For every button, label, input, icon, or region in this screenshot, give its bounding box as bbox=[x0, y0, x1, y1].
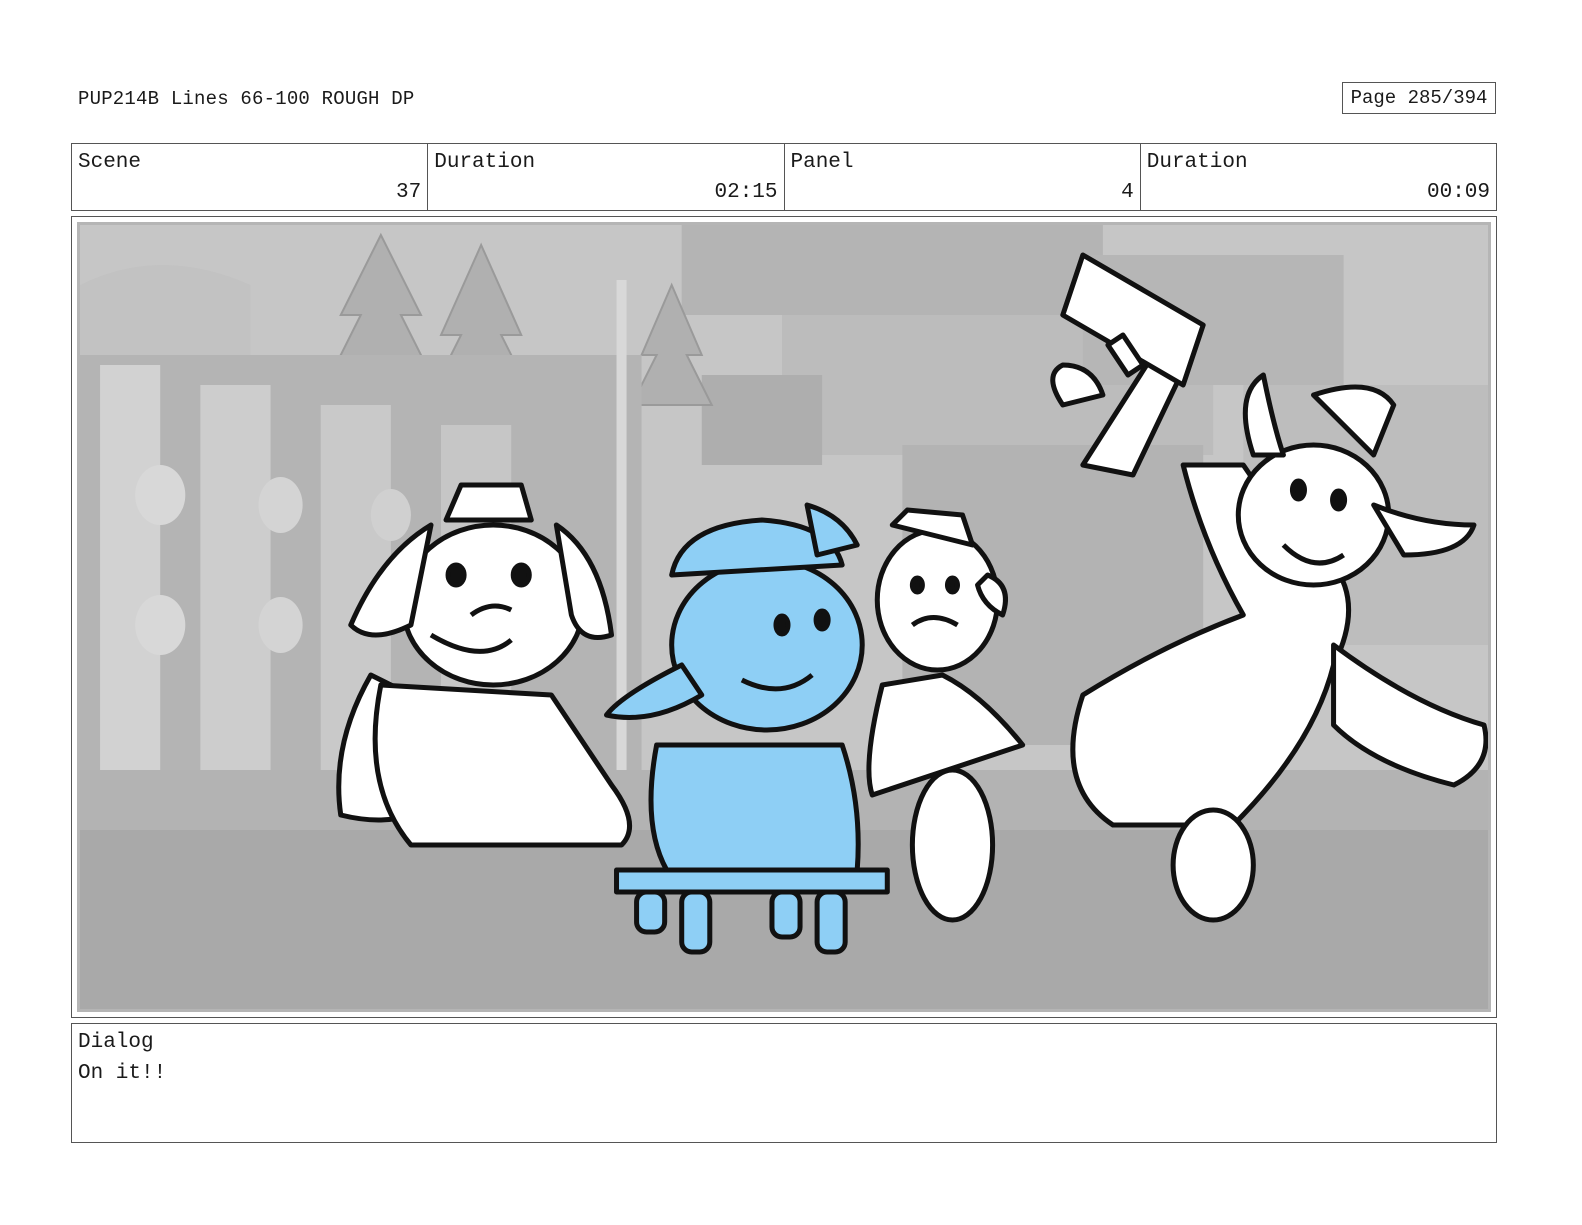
scene-info-table: Scene 37 Duration 02:15 Panel 4 Duration… bbox=[71, 143, 1497, 211]
dialog-text: On it!! bbox=[78, 1062, 167, 1085]
storyboard-frame bbox=[71, 216, 1497, 1018]
scene-duration-label: Duration bbox=[434, 151, 536, 174]
scene-value: 37 bbox=[396, 181, 422, 204]
document-title: PUP214B Lines 66-100 ROUGH DP bbox=[78, 88, 415, 110]
storyboard-image bbox=[77, 222, 1491, 1012]
panel-cell: Panel 4 bbox=[785, 144, 1141, 210]
panel-duration-label: Duration bbox=[1146, 151, 1248, 174]
dialog-label: Dialog bbox=[78, 1031, 154, 1054]
scene-cell: Scene 37 bbox=[72, 144, 429, 210]
scene-duration-cell: Duration 02:15 bbox=[428, 144, 785, 210]
dialog-box: Dialog On it!! bbox=[71, 1023, 1497, 1143]
panel-duration-cell: Duration 00:09 bbox=[1141, 144, 1496, 210]
page-number-badge: Page 285/394 bbox=[1342, 82, 1496, 114]
scene-label: Scene bbox=[78, 151, 142, 174]
panel-label: Panel bbox=[790, 151, 854, 174]
storyboard-sketch bbox=[80, 225, 1488, 1009]
scene-duration-value: 02:15 bbox=[714, 181, 778, 204]
panel-duration-value: 00:09 bbox=[1426, 181, 1490, 204]
panel-value: 4 bbox=[1121, 181, 1134, 204]
